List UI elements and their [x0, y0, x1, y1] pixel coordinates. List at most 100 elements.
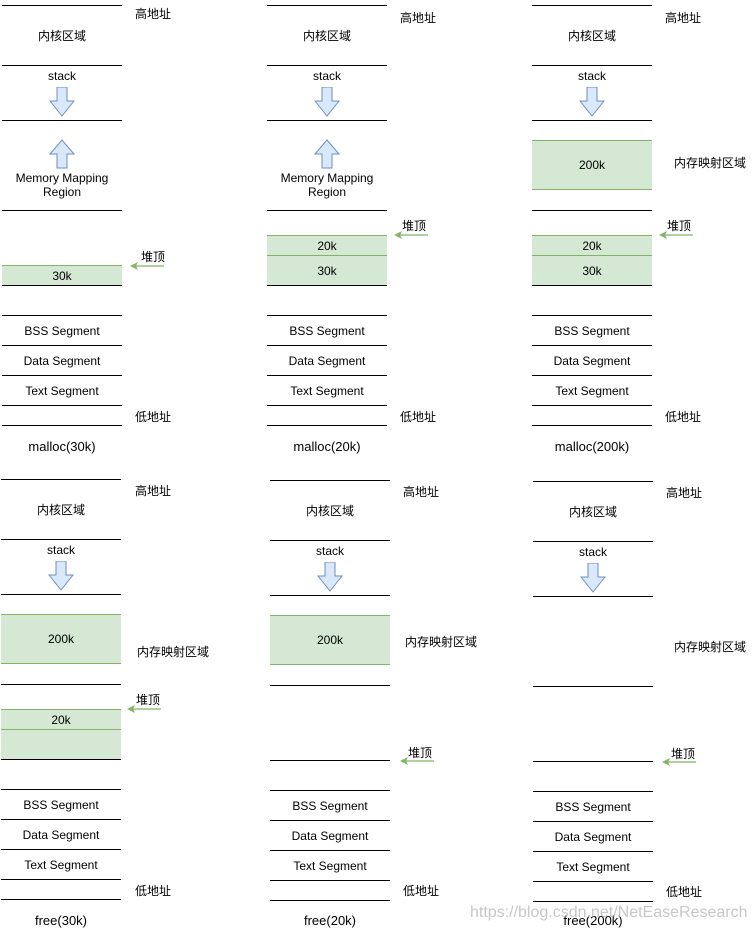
- mmr-label-line2: Region: [307, 184, 347, 199]
- panel-caption: malloc(200k): [554, 439, 630, 454]
- mmap-block-200k: 200k: [1, 614, 121, 664]
- kernel-label: 内核区域: [302, 28, 351, 43]
- free-heap-space: [2, 210, 122, 265]
- kernel-label: 内核区域: [568, 504, 617, 519]
- panel-malloc-20k: 内核区域 stack Memory Mapping Region 20k 30k…: [267, 5, 507, 465]
- low-address-label: 低地址: [135, 410, 172, 424]
- heap-top-arrow-icon: [127, 705, 161, 713]
- block-label: 200k: [47, 632, 75, 646]
- text-segment: Text Segment: [532, 375, 652, 405]
- bss-label: BSS Segment: [554, 323, 630, 338]
- reserved-bottom: [533, 881, 653, 902]
- block-label: 20k: [317, 238, 337, 253]
- low-address-label: 低地址: [135, 884, 172, 898]
- panel-malloc-200k: 内核区域 stack 200k 20k 30k BSS Segment Data…: [532, 5, 755, 465]
- data-label: Data Segment: [288, 353, 366, 368]
- text-segment: Text Segment: [1, 849, 121, 879]
- stack-label: stack: [315, 544, 344, 558]
- bss-segment: BSS Segment: [2, 315, 122, 345]
- mmr-grow-up-arrow-icon: [314, 139, 340, 169]
- bss-label: BSS Segment: [292, 798, 368, 813]
- free-heap-space: [533, 686, 653, 761]
- stack-label: stack: [312, 69, 341, 83]
- mmap-gap-top: [532, 120, 652, 140]
- low-address-label: 低地址: [400, 410, 437, 424]
- panel-free-30k: 内核区域 stack 200k 20k BSS Segment Data Seg…: [1, 479, 241, 939]
- mmr-grow-up-arrow-icon: [49, 139, 75, 169]
- kernel-region: 内核区域: [533, 481, 653, 541]
- mmap-block-200k: 200k: [532, 140, 652, 190]
- heap-base-gap: [267, 285, 387, 315]
- panel-caption: malloc(20k): [293, 439, 361, 454]
- bss-label: BSS Segment: [555, 799, 631, 814]
- panel-caption: free(20k): [303, 913, 357, 928]
- bss-segment: BSS Segment: [533, 791, 653, 821]
- panel-caption: malloc(30k): [28, 439, 96, 454]
- low-address-label: 低地址: [665, 410, 702, 424]
- heap-block-30k: 30k: [2, 265, 122, 285]
- panel-free-200k: 内核区域 stack BSS Segment Data Segment Text…: [533, 481, 755, 941]
- low-address-label: 低地址: [403, 884, 440, 898]
- stack-label: stack: [47, 69, 76, 83]
- text-segment: Text Segment: [270, 850, 390, 880]
- mmap-region-empty: [533, 596, 653, 686]
- heap-block-30k: 30k: [532, 255, 652, 285]
- mmap-gap-bottom: [532, 190, 652, 210]
- data-label: Data Segment: [291, 828, 369, 843]
- stack-grow-down-arrow-icon: [317, 562, 343, 592]
- text-label: Text Segment: [25, 383, 99, 398]
- stack-label: stack: [46, 543, 75, 557]
- reserved-bottom: [267, 405, 387, 426]
- kernel-region: 内核区域: [267, 5, 387, 65]
- mmap-area-label: 内存映射区域: [405, 635, 478, 649]
- block-label: 30k: [582, 263, 602, 278]
- mmap-area-label: 内存映射区域: [674, 640, 747, 654]
- text-label: Text Segment: [293, 858, 367, 873]
- block-label: 200k: [316, 633, 344, 647]
- text-segment: Text Segment: [2, 375, 122, 405]
- reserved-bottom: [2, 405, 122, 426]
- heap-block-20k: 20k: [1, 709, 121, 729]
- data-label: Data Segment: [23, 353, 101, 368]
- high-address-label: 高地址: [665, 11, 702, 25]
- kernel-label: 内核区域: [37, 28, 86, 43]
- mmr-label-line2: Region: [42, 184, 82, 199]
- mmap-gap-bottom: [270, 665, 390, 685]
- bss-label: BSS Segment: [24, 323, 100, 338]
- heap-base-gap: [270, 760, 390, 790]
- heap-base-gap: [532, 285, 652, 315]
- panel-free-20k: 内核区域 stack 200k BSS Segment Data Segment…: [270, 480, 510, 940]
- heap-top-arrow-icon: [400, 757, 434, 765]
- heap-block-30k: 30k: [267, 255, 387, 285]
- bss-segment: BSS Segment: [267, 315, 387, 345]
- text-segment: Text Segment: [533, 851, 653, 881]
- block-label: 20k: [51, 712, 71, 727]
- reserved-bottom: [270, 880, 390, 901]
- kernel-label: 内核区域: [36, 502, 85, 517]
- mmap-area-label: 内存映射区域: [674, 156, 747, 170]
- heap-top-arrow-icon: [130, 262, 164, 270]
- mmap-area-label: 内存映射区域: [137, 645, 210, 659]
- text-segment: Text Segment: [267, 375, 387, 405]
- heap-block-20k: 20k: [532, 235, 652, 255]
- bss-segment: BSS Segment: [270, 790, 390, 820]
- free-heap-space: [532, 210, 652, 235]
- high-address-label: 高地址: [135, 7, 172, 21]
- block-label: 30k: [317, 263, 337, 278]
- stack-grow-down-arrow-icon: [48, 561, 74, 591]
- heap-top-arrow-icon: [394, 231, 428, 239]
- text-label: Text Segment: [555, 383, 629, 398]
- bss-label: BSS Segment: [23, 797, 99, 812]
- high-address-label: 高地址: [400, 11, 437, 25]
- data-segment: Data Segment: [267, 345, 387, 375]
- high-address-label: 高地址: [135, 484, 172, 498]
- text-label: Text Segment: [556, 859, 630, 874]
- freed-block-30k: [1, 729, 121, 759]
- heap-base-gap: [2, 285, 122, 315]
- high-address-label: 高地址: [666, 486, 703, 500]
- bss-label: BSS Segment: [289, 323, 365, 338]
- data-segment: Data Segment: [270, 820, 390, 850]
- heap-base-gap: [533, 761, 653, 791]
- stack-grow-down-arrow-icon: [49, 87, 75, 117]
- data-segment: Data Segment: [533, 821, 653, 851]
